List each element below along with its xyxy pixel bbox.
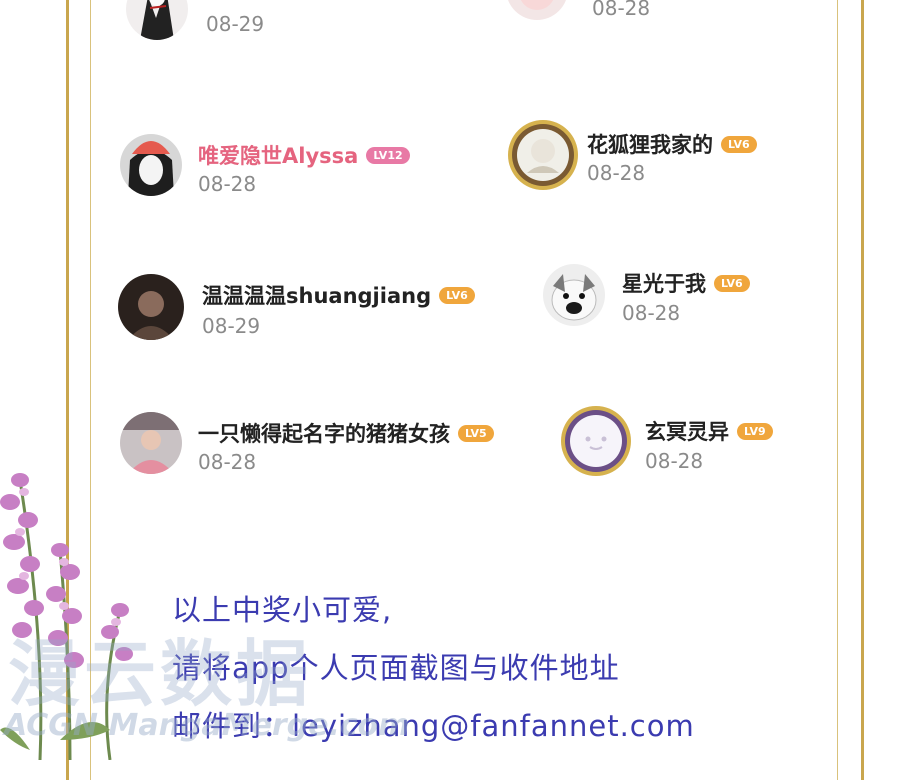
winner-name: 一只懒得起名字的猪猪女孩 LV5 [198, 418, 494, 448]
winner-name: 花狐狸我家的 LV6 [587, 129, 757, 159]
level-badge: LV6 [721, 135, 757, 153]
winner-date: 08-28 [622, 301, 681, 325]
winner-date: 08-29 [202, 314, 261, 338]
winner-date: 08-29 [206, 12, 265, 36]
winner-date: 08-28 [198, 450, 257, 474]
winner-name-text: 花狐狸我家的 [587, 133, 713, 157]
level-badge: LV12 [366, 146, 410, 164]
winner-name-text: 一只懒得起名字的猪猪女孩 [198, 422, 450, 446]
avatar[interactable] [505, 117, 581, 193]
avatar[interactable] [558, 403, 634, 479]
winner-date: 08-28 [592, 0, 651, 20]
winner-name: 温温温温shuangjiang LV6 [202, 280, 475, 310]
winner-date: 08-28 [645, 449, 704, 473]
level-badge: LV6 [714, 274, 750, 292]
avatar[interactable] [543, 264, 605, 326]
level-badge: LV6 [439, 286, 475, 304]
winner-name: 唯爱隐世Alyssa LV12 [198, 140, 410, 170]
avatar[interactable] [120, 134, 182, 196]
winner-name: 星光于我 LV6 [622, 268, 750, 298]
winner-name-text: 星光于我 [622, 272, 706, 296]
winner-date: 08-28 [587, 161, 646, 185]
level-badge: LV9 [737, 422, 773, 440]
watermark: 漫云数据 [8, 632, 313, 716]
winner-name-text: 唯爱隐世Alyssa [198, 144, 359, 168]
winner-name-text: 玄冥灵异 [645, 420, 729, 444]
level-badge: LV5 [458, 424, 494, 442]
avatar[interactable] [118, 274, 184, 340]
watermark-sub: ACGN MangaMerge.com [4, 708, 410, 743]
winner-name: 玄冥灵异 LV9 [645, 416, 773, 446]
winner-name-text: 温温温温shuangjiang [202, 284, 432, 308]
winner-date: 08-28 [198, 172, 257, 196]
